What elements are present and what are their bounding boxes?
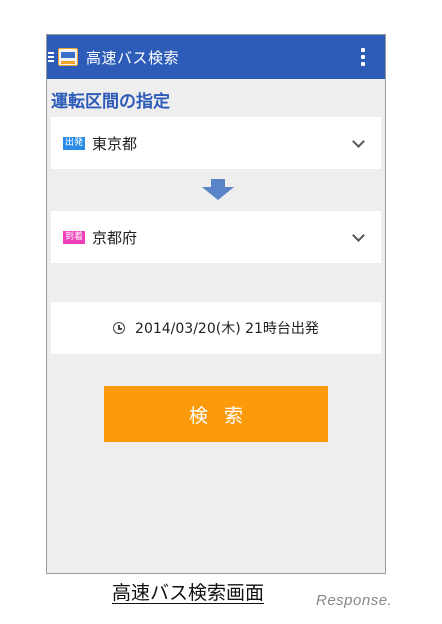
departure-select[interactable]: 出発 東京都 [51, 117, 381, 169]
app-bar: 高速バス検索 [47, 35, 385, 79]
departure-badge: 出発 [63, 136, 86, 150]
datetime-picker[interactable]: 2014/03/20(木) 21時台出発 [51, 302, 381, 354]
section-title: 運転区間の指定 [51, 92, 170, 112]
datetime-text: 2014/03/20(木) 21時台出発 [135, 321, 319, 337]
direction-arrow-icon [47, 169, 385, 211]
search-button[interactable]: 検索 [104, 386, 328, 442]
arrival-badge: 到着 [63, 230, 86, 244]
overflow-menu-icon[interactable] [361, 48, 365, 66]
app-title: 高速バス検索 [86, 48, 180, 67]
app-screen: 高速バス検索 運転区間の指定 出発 東京都 到着 京都府 2014/03/20(… [46, 34, 386, 574]
chevron-down-icon [352, 229, 365, 242]
bus-app-icon [58, 48, 78, 66]
clock-icon [113, 322, 126, 334]
hamburger-icon[interactable] [48, 52, 54, 62]
response-watermark: Response. [316, 592, 393, 609]
arrival-select[interactable]: 到着 京都府 [51, 211, 381, 263]
chevron-down-icon [352, 135, 365, 148]
arrival-station: 京都府 [92, 228, 138, 247]
departure-station: 東京都 [92, 134, 138, 153]
screen-caption: 高速バス検索画面 [112, 582, 265, 604]
